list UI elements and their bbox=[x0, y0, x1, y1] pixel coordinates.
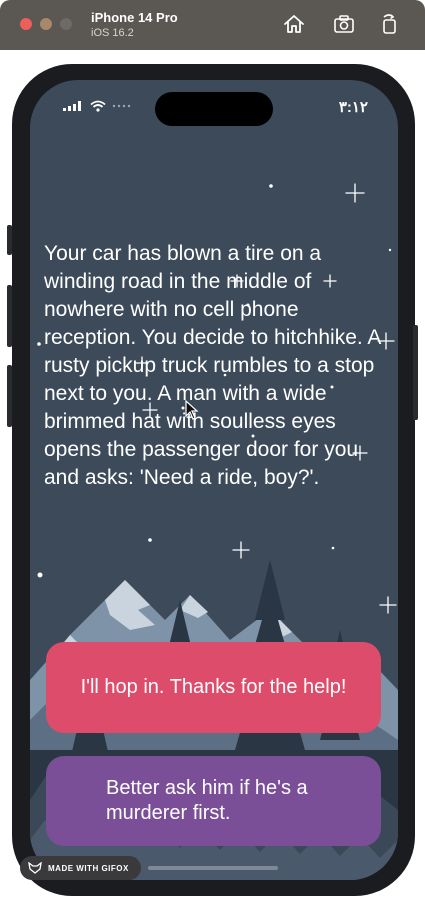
carrier-dots-icon bbox=[112, 104, 131, 108]
minimize-window-button[interactable] bbox=[40, 18, 52, 30]
silent-switch bbox=[7, 225, 12, 255]
volume-down-button bbox=[7, 365, 12, 427]
status-indicators bbox=[62, 100, 132, 112]
zoom-window-button[interactable] bbox=[60, 18, 72, 30]
dynamic-island bbox=[155, 92, 273, 126]
mouse-cursor-icon bbox=[185, 400, 199, 420]
device-name: iPhone 14 Pro bbox=[91, 10, 178, 25]
gifox-watermark: MADE WITH GIFOX bbox=[20, 856, 141, 880]
choice-button-hop-in[interactable]: I'll hop in. Thanks for the help! bbox=[46, 642, 381, 733]
screenshot-button[interactable] bbox=[332, 12, 356, 36]
close-window-button[interactable] bbox=[20, 18, 32, 30]
choice-label: Better ask him if he's a murderer first. bbox=[106, 777, 308, 824]
simulator-title-bar: iPhone 14 Pro iOS 16.2 bbox=[0, 0, 425, 50]
volume-up-button bbox=[7, 285, 12, 347]
home-indicator[interactable] bbox=[148, 866, 278, 870]
watermark-label: MADE WITH GIFOX bbox=[48, 863, 129, 873]
screenshot-icon bbox=[334, 15, 354, 33]
rotate-button[interactable] bbox=[378, 12, 402, 36]
fox-icon bbox=[28, 862, 42, 874]
choice-label: I'll hop in. Thanks for the help! bbox=[80, 676, 347, 698]
os-version: iOS 16.2 bbox=[91, 27, 134, 39]
signal-icon bbox=[63, 101, 81, 111]
home-icon bbox=[284, 15, 304, 33]
power-button bbox=[413, 325, 418, 420]
home-button[interactable] bbox=[282, 12, 306, 36]
status-time: ٣:١٢ bbox=[338, 99, 368, 116]
story-text: Your car has blown a tire on a winding r… bbox=[44, 242, 381, 489]
choice-button-ask-murderer[interactable]: Better ask him if he's a murderer first. bbox=[46, 756, 381, 846]
wifi-icon bbox=[90, 100, 106, 112]
rotate-icon bbox=[383, 14, 396, 34]
